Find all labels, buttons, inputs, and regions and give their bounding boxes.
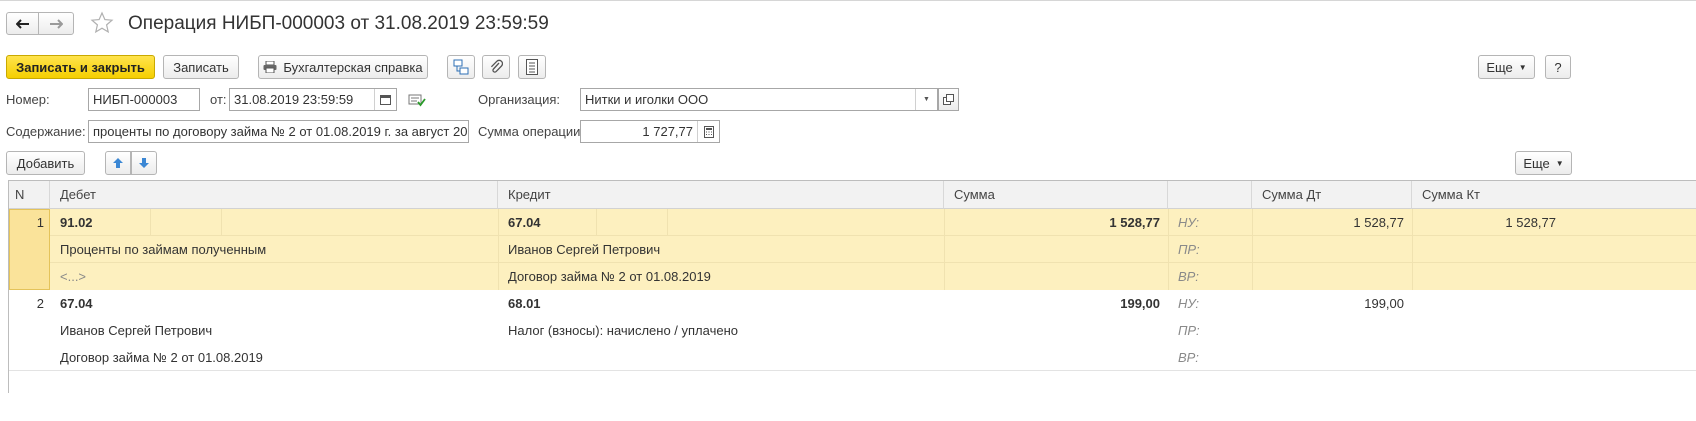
column-header-credit[interactable]: Кредит xyxy=(498,181,944,209)
operation-sum-value: 1 727,77 xyxy=(642,124,693,139)
open-link-icon xyxy=(943,94,954,105)
window-top-border xyxy=(0,0,1696,1)
credit-subconto-1[interactable]: Налог (взносы): начислено / уплачено xyxy=(498,317,944,344)
list-button[interactable] xyxy=(518,55,546,79)
column-header-sum-kt[interactable]: Сумма Кт xyxy=(1412,181,1696,209)
nu-label: НУ: xyxy=(1178,215,1200,230)
debit-subconto-1[interactable]: Иванов Сергей Петрович xyxy=(50,317,498,344)
page-title: Операция НИБП-000003 от 31.08.2019 23:59… xyxy=(128,13,549,34)
operation-sum-label: Сумма операции: xyxy=(478,124,584,139)
sum-dt[interactable]: 1 528,77 xyxy=(1252,209,1412,236)
column-header-n[interactable]: N xyxy=(9,181,50,209)
add-row-button[interactable]: Добавить xyxy=(6,151,85,175)
move-up-button[interactable] xyxy=(105,151,131,175)
column-header-blank[interactable] xyxy=(1168,181,1252,209)
arrow-up-icon xyxy=(113,158,123,168)
back-button[interactable] xyxy=(6,12,39,35)
pr-label: ПР: xyxy=(1178,323,1200,338)
credit-account[interactable]: 67.04 xyxy=(498,209,596,236)
date-label: от: xyxy=(210,92,227,107)
more-label: Еще xyxy=(1486,59,1513,75)
debit-account[interactable]: 91.02 xyxy=(50,209,150,236)
structure-button[interactable] xyxy=(447,55,475,79)
credit-account[interactable]: 68.01 xyxy=(498,290,944,317)
sum-kt[interactable]: 1 528,77 xyxy=(1412,209,1564,236)
printer-icon xyxy=(263,61,277,73)
attach-file-button[interactable] xyxy=(482,55,510,79)
entry-sum[interactable]: 1 528,77 xyxy=(944,209,1168,236)
arrow-down-icon xyxy=(139,158,149,168)
number-label: Номер: xyxy=(6,92,50,107)
table-more-button[interactable]: Еще ▼ xyxy=(1515,151,1572,175)
sum-dt[interactable]: 199,00 xyxy=(1252,290,1412,317)
save-and-close-button[interactable]: Записать и закрыть xyxy=(6,55,155,79)
more-button[interactable]: Еще ▼ xyxy=(1478,55,1535,79)
accounting-report-button[interactable]: Бухгалтерская справка xyxy=(258,55,428,79)
credit-subconto-2[interactable] xyxy=(498,344,944,371)
date-field[interactable]: 31.08.2019 23:59:59 xyxy=(229,88,397,111)
debit-account[interactable]: 67.04 xyxy=(50,290,498,317)
organization-value: Нитки и иголки ООО xyxy=(585,92,709,107)
arrow-right-icon xyxy=(50,18,63,29)
save-button[interactable]: Записать xyxy=(163,55,239,79)
row-number: 1 xyxy=(36,215,44,230)
favorite-star-icon[interactable] xyxy=(90,11,114,35)
calendar-icon[interactable] xyxy=(374,89,396,110)
table-more-label: Еще xyxy=(1523,155,1550,171)
table-row[interactable]: 2 67.04 Иванов Сергей Петрович Договор з… xyxy=(9,290,1696,371)
dropdown-icon[interactable]: ▼ xyxy=(915,89,937,110)
debit-subconto-2[interactable]: Договор займа № 2 от 01.08.2019 xyxy=(50,344,498,371)
paperclip-icon xyxy=(490,59,503,73)
help-button[interactable]: ? xyxy=(1545,55,1571,79)
operation-sum-field[interactable]: 1 727,77 xyxy=(580,120,720,143)
content-label: Содержание: xyxy=(6,124,86,139)
organization-label: Организация: xyxy=(478,92,561,107)
document-status-icon[interactable] xyxy=(408,93,426,107)
row-number: 2 xyxy=(36,296,44,311)
debit-subconto-1[interactable]: Проценты по займам полученным xyxy=(50,236,498,263)
content-field[interactable]: проценты по договору займа № 2 от 01.08.… xyxy=(88,120,469,143)
nu-label: НУ: xyxy=(1178,296,1200,311)
open-organization-button[interactable] xyxy=(938,88,959,111)
entries-table: N Дебет Кредит Сумма Сумма Дт Сумма Кт 1… xyxy=(8,180,1696,393)
credit-subconto-2[interactable]: Договор займа № 2 от 01.08.2019 xyxy=(498,263,944,290)
move-down-button[interactable] xyxy=(131,151,157,175)
vr-label: ВР: xyxy=(1178,269,1199,284)
sum-kt[interactable] xyxy=(1412,290,1564,317)
pr-label: ПР: xyxy=(1178,242,1200,257)
column-header-debit[interactable]: Дебет xyxy=(50,181,498,209)
forward-button[interactable] xyxy=(38,12,74,35)
entry-sum[interactable]: 199,00 xyxy=(944,290,1168,317)
document-list-icon xyxy=(526,59,538,75)
arrow-left-icon xyxy=(15,18,29,29)
number-field[interactable]: НИБП-000003 xyxy=(88,88,200,111)
calculator-icon[interactable] xyxy=(697,121,719,142)
vr-label: ВР: xyxy=(1178,350,1199,365)
organization-field[interactable]: Нитки и иголки ООО ▼ xyxy=(580,88,938,111)
column-header-sum[interactable]: Сумма xyxy=(944,181,1168,209)
credit-subconto-1[interactable]: Иванов Сергей Петрович xyxy=(498,236,944,263)
table-row[interactable]: 1 91.02 Проценты по займам полученным <.… xyxy=(9,209,1696,290)
accounting-report-label: Бухгалтерская справка xyxy=(283,59,423,75)
document-structure-icon xyxy=(453,59,469,75)
chevron-down-icon: ▼ xyxy=(1518,62,1527,72)
chevron-down-icon: ▼ xyxy=(1555,158,1564,168)
column-header-sum-dt[interactable]: Сумма Дт xyxy=(1252,181,1412,209)
date-value: 31.08.2019 23:59:59 xyxy=(234,92,354,107)
debit-subconto-2[interactable]: <...> xyxy=(50,263,498,290)
